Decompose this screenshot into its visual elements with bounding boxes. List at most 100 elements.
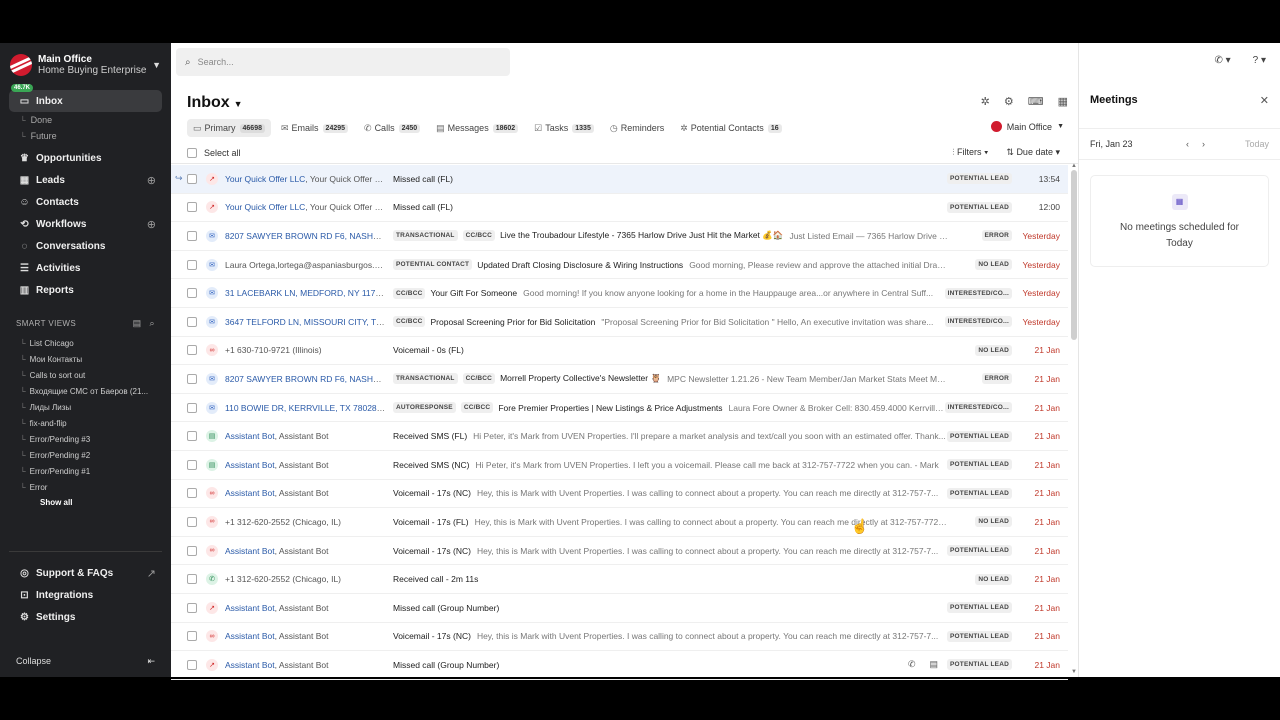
calendar-icon[interactable]: ▦ (1058, 95, 1068, 108)
sidebar-item-integrations[interactable]: ⊡ Integrations (9, 584, 162, 606)
search-input[interactable]: ⌕ Search... (176, 48, 510, 76)
row-from[interactable]: Your Quick Offer LLC, Your Quick Offer L… (225, 202, 387, 212)
contact-name-link[interactable]: 110 BOWIE DR, KERRVILLE, TX 78028 & ... (225, 403, 387, 413)
tab-messages[interactable]: ▤ Messages 18602 (430, 119, 524, 137)
row-checkbox[interactable] (187, 516, 197, 527)
row-content[interactable]: POTENTIAL CONTACT Updated Draft Closing D… (393, 259, 948, 271)
sidebar-item-inbox[interactable]: 46.7K ▭ Inbox (9, 84, 162, 112)
row-from[interactable]: 31 LACEBARK LN, MEDFORD, NY 11763 ... (225, 288, 387, 298)
contact-name-link[interactable]: Your Quick Offer LLC (225, 174, 305, 184)
row-content[interactable]: Voicemail - 17s (NC) Hey, this is Mark wi… (393, 488, 948, 498)
office-selector[interactable]: Main Office ▼ (990, 121, 1064, 132)
row-content[interactable]: CC/BCC Your Gift For Someone Good morning!… (393, 287, 948, 299)
row-checkbox[interactable] (187, 202, 197, 213)
row-content[interactable]: Missed call (FL) (393, 174, 948, 184)
table-row[interactable]: ▤ Assistant Bot, Assistant Bot Received SM… (171, 422, 1068, 451)
tab-calls[interactable]: ✆ Calls 2450 (358, 119, 426, 137)
row-checkbox[interactable] (187, 631, 197, 642)
sidebar-item-leads[interactable]: ▦ Leads ⊕ (9, 169, 162, 191)
add-workflow-icon[interactable]: ⊕ (147, 218, 156, 231)
table-row[interactable]: ✉ Laura Ortega,lortega@aspaniasburgos.com… (171, 251, 1068, 280)
row-checkbox[interactable] (187, 602, 197, 613)
row-from[interactable]: +1 630-710-9721 (Illinois) (225, 345, 387, 355)
contact-name-link[interactable]: 31 LACEBARK LN, MEDFORD, NY 11763 ... (225, 288, 387, 298)
table-row[interactable]: ↪ ↗ Your Quick Offer LLC, Your Quick Offer… (171, 165, 1068, 194)
table-view-icon[interactable]: ▤ (133, 318, 142, 329)
sidebar-item-settings[interactable]: ⚙ Settings (9, 606, 162, 628)
tab-tasks[interactable]: ☑ Tasks 1335 (528, 119, 600, 137)
row-from[interactable]: 8207 SAWYER BROWN RD F6, NASHVILL... (225, 231, 387, 241)
keyboard-icon[interactable]: ⌨ (1028, 95, 1044, 108)
row-from[interactable]: +1 312-620-2552 (Chicago, IL) (225, 574, 387, 584)
row-from[interactable]: Assistant Bot, Assistant Bot (225, 431, 387, 441)
select-all-checkbox[interactable] (187, 147, 197, 158)
contact-name-link[interactable]: Your Quick Offer LLC (225, 202, 305, 212)
filters-button[interactable]: ⫶ Filters ▾ (952, 147, 988, 158)
row-checkbox[interactable] (187, 431, 197, 442)
row-checkbox[interactable] (187, 373, 197, 384)
row-from[interactable]: Laura Ortega,lortega@aspaniasburgos.com (225, 260, 387, 270)
contact-name-link[interactable]: 8207 SAWYER BROWN RD F6, NASHVILL... (225, 231, 387, 241)
select-all-label[interactable]: Select all (204, 148, 241, 158)
smart-view-item[interactable]: └ Error/Pending #2 (0, 447, 171, 463)
contact-name-link[interactable]: 8207 SAWYER BROWN RD F6, NASHVILL... (225, 374, 387, 384)
table-row[interactable]: ∞ Assistant Bot, Assistant Bot Voicemail -… (171, 623, 1068, 652)
row-checkbox[interactable] (187, 574, 197, 585)
table-row[interactable]: ✉ 3647 TELFORD LN, MISSOURI CITY, TX 7...… (171, 308, 1068, 337)
scroll-up-icon[interactable]: ▲ (1071, 163, 1077, 169)
gear-icon[interactable]: ⚙ (1004, 95, 1014, 108)
table-row[interactable]: ∞ Assistant Bot, Assistant Bot Voicemail -… (171, 537, 1068, 566)
smart-view-item[interactable]: └ fix-and-flip (0, 415, 171, 431)
contact-name-link[interactable]: Assistant Bot (225, 631, 275, 641)
contact-name-link[interactable]: 3647 TELFORD LN, MISSOURI CITY, TX 7... (225, 317, 387, 327)
row-checkbox[interactable] (187, 488, 197, 499)
phone-icon[interactable]: ✆ ▾ (1214, 55, 1230, 66)
row-from[interactable]: Assistant Bot, Assistant Bot (225, 460, 387, 470)
table-row[interactable]: ∞ +1 312-620-2552 (Chicago, IL) Voicemail … (171, 508, 1068, 537)
row-from[interactable]: +1 312-620-2552 (Chicago, IL) (225, 517, 387, 527)
close-icon[interactable]: ✕ (1260, 94, 1269, 107)
row-content[interactable]: Voicemail - 0s (FL) (393, 345, 948, 355)
table-row[interactable]: ↗ Your Quick Offer LLC, Your Quick Offer … (171, 194, 1068, 223)
page-title[interactable]: Inbox ▼ (187, 94, 243, 112)
row-from[interactable]: Assistant Bot, Assistant Bot (225, 660, 387, 670)
contact-name-link[interactable]: Assistant Bot (225, 431, 275, 441)
row-checkbox[interactable] (187, 259, 197, 270)
sidebar-item-workflows[interactable]: ⟲ Workflows ⊕ (9, 213, 162, 235)
sort-button[interactable]: ⇅ Due date ▾ (1006, 147, 1060, 158)
smart-view-item[interactable]: └ List Chicago (0, 335, 171, 351)
row-content[interactable]: Received SMS (FL) Hi Peter, it's Mark fro… (393, 431, 948, 441)
table-row[interactable]: ▤ Assistant Bot, Assistant Bot Received SM… (171, 451, 1068, 480)
contact-name-link[interactable]: Assistant Bot (225, 460, 275, 470)
contact-name-link[interactable]: Assistant Bot (225, 603, 275, 613)
row-content[interactable]: Missed call (FL) (393, 202, 948, 212)
row-content[interactable]: TRANSACTIONAL CC/BCC Live the Troubadour L… (393, 230, 948, 242)
sidebar-item-support[interactable]: ◎ Support & FAQs ↗ (9, 562, 162, 584)
row-content[interactable]: Missed call (Group Number) (393, 603, 948, 613)
row-content[interactable]: Received call - 2m 11s (393, 574, 948, 584)
row-content[interactable]: Voicemail - 17s (NC) Hey, this is Mark wi… (393, 631, 948, 641)
row-checkbox[interactable] (187, 316, 197, 327)
scrollbar[interactable] (1071, 170, 1077, 340)
chevron-right-icon[interactable]: › (1202, 139, 1205, 149)
row-content[interactable]: Received SMS (NC) Hi Peter, it's Mark fro… (393, 460, 948, 470)
table-row[interactable]: ✉ 31 LACEBARK LN, MEDFORD, NY 11763 ... CC… (171, 279, 1068, 308)
row-checkbox[interactable] (187, 288, 197, 299)
smart-view-item[interactable]: └ Мои Контакты (0, 351, 171, 367)
collapse-button[interactable]: Collapse ⇤ (16, 656, 155, 667)
help-icon[interactable]: ? ▾ (1253, 55, 1266, 66)
row-content[interactable]: TRANSACTIONAL CC/BCC Morrell Property Coll… (393, 373, 948, 385)
contact-name-link[interactable]: Assistant Bot (225, 660, 275, 670)
row-checkbox[interactable] (187, 345, 197, 356)
row-checkbox[interactable] (187, 173, 197, 184)
tab-reminders[interactable]: ◷ Reminders (604, 119, 670, 137)
table-row[interactable]: ∞ Assistant Bot, Assistant Bot Voicemail -… (171, 480, 1068, 509)
message-icon[interactable]: ▤ (929, 659, 938, 670)
row-content[interactable]: Voicemail - 17s (NC) Hey, this is Mark wi… (393, 546, 948, 556)
today-button[interactable]: Today (1245, 139, 1269, 149)
sidebar-item-reports[interactable]: ▥ Reports (9, 279, 162, 301)
contact-name-link[interactable]: Assistant Bot (225, 488, 275, 498)
table-row[interactable]: ↗ Assistant Bot, Assistant Bot Missed call… (171, 594, 1068, 623)
sidebar-item-conversations[interactable]: ◌ Conversations (9, 235, 162, 257)
org-switcher[interactable]: Main Office Home Buying Enterprise ▼ (0, 43, 171, 80)
